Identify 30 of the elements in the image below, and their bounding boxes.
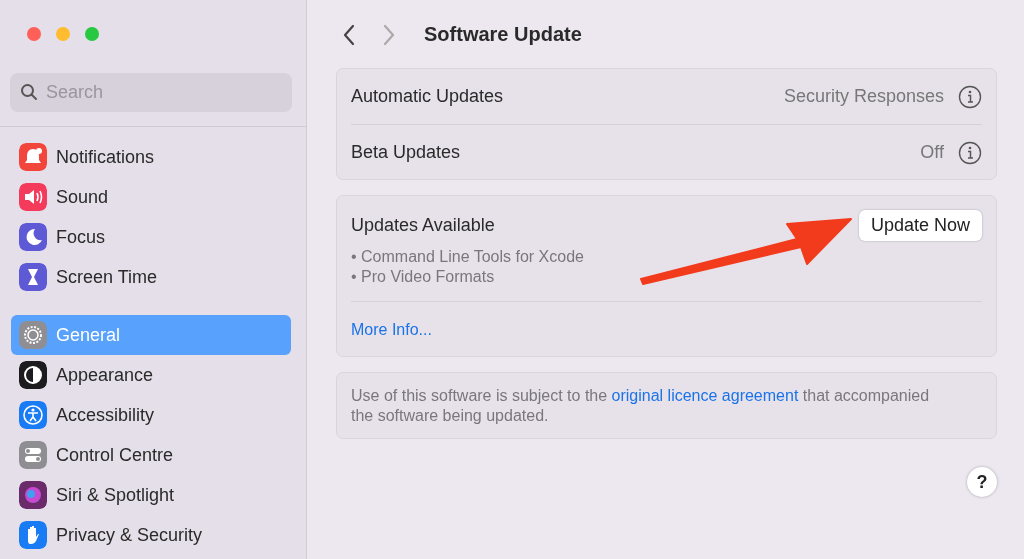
zoom-button[interactable] [85,27,99,41]
licence-text: Use of this software is subject to the original licence agreement that accompanied the software being updated. [351,386,931,426]
setting-label: Automatic Updates [351,85,504,108]
info-button[interactable] [958,83,982,110]
search-field[interactable]: Search [10,73,292,112]
page-title: Software Update [424,22,582,47]
licence-link[interactable]: original licence agreement [611,387,799,404]
help-button[interactable]: ? [967,467,997,497]
sidebar-item[interactable]: Appearance [11,355,291,395]
sidebar-item[interactable]: Accessibility [11,395,291,435]
sidebar-item[interactable]: Notifications [11,137,291,177]
more-info-link[interactable]: More Info... [351,302,432,356]
sidebar-item[interactable]: Siri & Spotlight [11,475,291,515]
search-icon [20,83,38,101]
sidebar-item[interactable]: Focus [11,217,291,257]
chevron-left-icon [342,23,356,46]
sidebar-item[interactable]: Screen Time [11,257,291,297]
setting-value: Security Responses [783,85,944,108]
setting-value: Off [920,140,944,164]
update-now-button[interactable]: Update Now [858,210,982,241]
update-item: • Command Line Tools for Xcode [351,247,585,267]
minimize-button[interactable] [56,27,70,41]
setting-label: Beta Updates [351,140,461,164]
sidebar-item[interactable]: Control Centre [11,435,291,475]
updates-title: Updates Available [351,214,495,237]
sidebar-item[interactable]: Privacy & Security [11,515,291,555]
close-button[interactable] [27,27,41,41]
update-item: • Pro Video Formats [351,267,496,287]
sidebar-item[interactable]: Sound [11,177,291,217]
chevron-right-icon [382,23,396,46]
